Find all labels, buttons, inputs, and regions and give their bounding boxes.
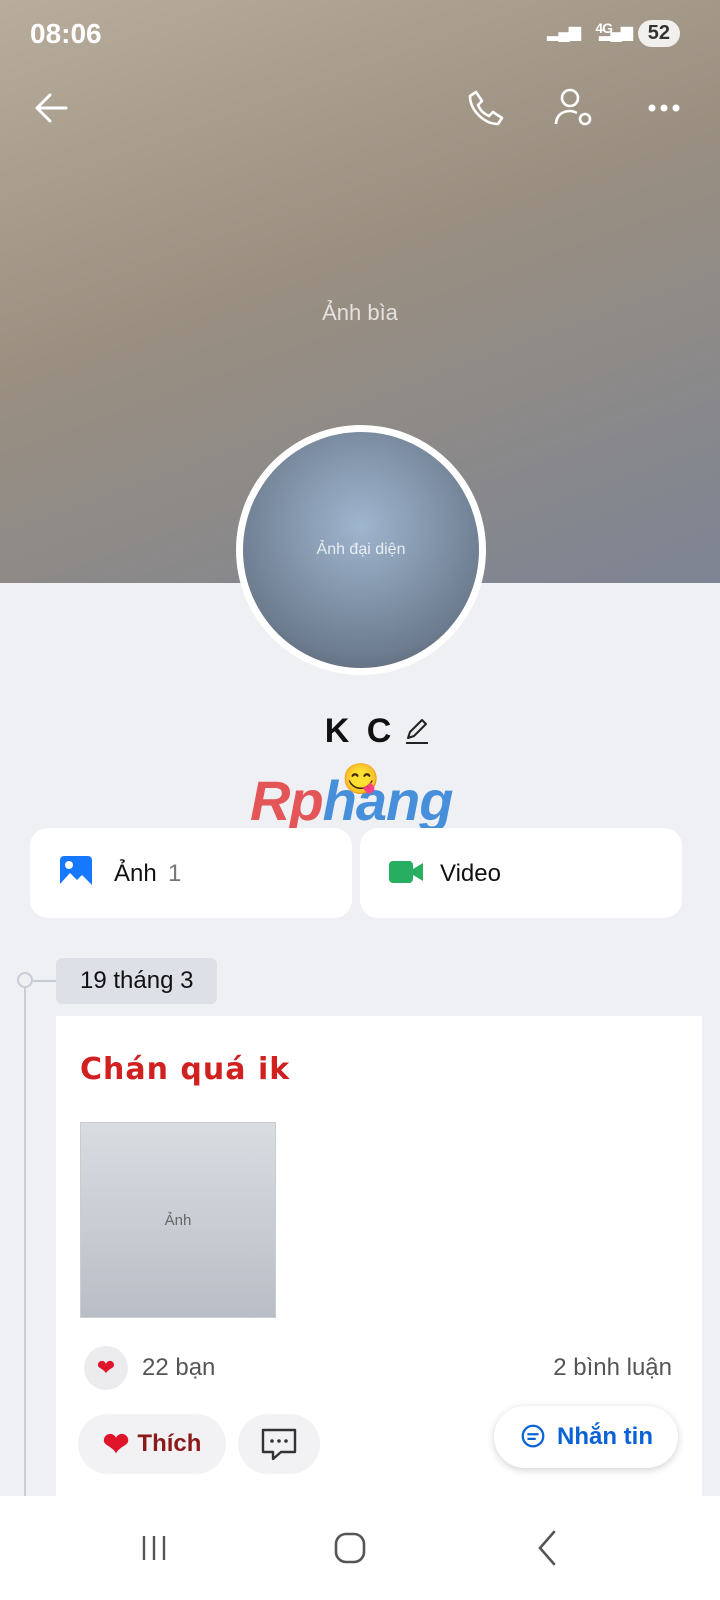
nav-back-icon[interactable]: [518, 1520, 578, 1576]
videos-label: Video: [440, 860, 501, 887]
like-label: Thích: [137, 1430, 202, 1457]
avatar-placeholder: Ảnh đại diện: [243, 432, 479, 668]
more-options-button[interactable]: [640, 84, 688, 132]
back-button[interactable]: [28, 84, 76, 132]
videos-chip[interactable]: Video: [360, 828, 682, 918]
cover-placeholder: Ảnh bìa: [322, 300, 398, 325]
image-icon: [60, 856, 92, 888]
pencil-icon: [406, 719, 428, 744]
timeline-dot: [17, 972, 33, 988]
heart-icon: ❤: [102, 1426, 130, 1462]
system-nav-bar: [0, 1496, 720, 1600]
battery-level: 52: [637, 20, 680, 47]
timeline-tick: [33, 980, 56, 982]
status-bar: 08:06 ▂▄▆ 4G ▂▄▆ 52: [0, 0, 720, 68]
arrow-left-icon: [35, 93, 68, 123]
signal-icon: ▂▄▆: [547, 24, 581, 41]
profile-avatar[interactable]: Ảnh đại diện: [236, 425, 486, 675]
message-button[interactable]: Nhắn tin: [494, 1406, 678, 1468]
comment-icon: [261, 1428, 297, 1461]
like-button[interactable]: ❤ Thích: [78, 1414, 226, 1474]
profile-settings-button[interactable]: [550, 84, 598, 132]
comment-button[interactable]: [238, 1414, 320, 1474]
photos-count: 1: [168, 860, 182, 887]
more-dots-icon: [648, 104, 680, 112]
likes-count: 22 bạn: [142, 1354, 216, 1381]
user-settings-icon: [554, 88, 592, 126]
call-button[interactable]: [462, 84, 510, 132]
message-label: Nhắn tin: [557, 1423, 653, 1450]
status-emoji: 😋: [342, 763, 380, 796]
timeline-line: [24, 988, 26, 1508]
video-camera-icon: [389, 861, 423, 883]
post-image-placeholder: Ảnh: [164, 1211, 192, 1229]
edit-name-button[interactable]: [402, 716, 432, 746]
signal-icon-2: ▂▄▆: [599, 24, 633, 41]
comments-count[interactable]: 2 bình luận: [553, 1354, 672, 1382]
status-time: 08:06: [30, 18, 102, 49]
chat-bubble-icon: [521, 1424, 545, 1448]
post-title: Chán quá ik: [80, 1052, 291, 1087]
recent-apps-icon[interactable]: [124, 1520, 184, 1576]
photos-label: Ảnh: [114, 860, 157, 887]
phone-icon: [468, 90, 504, 126]
heart-reaction-icon: ❤: [84, 1346, 128, 1390]
post-image[interactable]: Ảnh: [80, 1122, 276, 1318]
post-date: 19 tháng 3: [56, 958, 218, 1004]
photos-chip[interactable]: Ảnh 1: [30, 828, 352, 918]
profile-name: K C: [324, 712, 396, 750]
home-icon[interactable]: [320, 1520, 380, 1576]
